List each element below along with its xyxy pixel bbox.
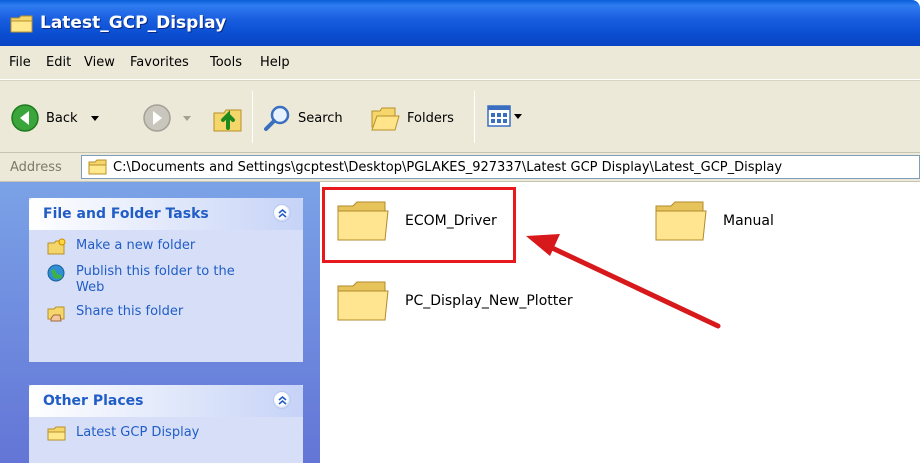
forward-arrow-icon [143, 104, 171, 132]
folder-manual[interactable]: Manual [653, 198, 774, 244]
folder-label: PC_Display_New_Plotter [405, 293, 573, 309]
window-title: Latest_GCP_Display [40, 13, 227, 33]
folders-label: Folders [407, 110, 454, 126]
panel-title: Other Places [43, 393, 144, 409]
panel-title: File and Folder Tasks [43, 206, 209, 222]
back-label: Back [46, 110, 78, 126]
file-folder-tasks-panel: File and Folder Tasks Make a new folder [29, 198, 303, 362]
search-icon [264, 105, 290, 131]
folder-pc-display-new-plotter[interactable]: PC_Display_New_Plotter [335, 278, 573, 324]
toolbar: Back Search Folders [0, 80, 920, 153]
collapse-button[interactable] [273, 391, 291, 409]
address-bar: Address C:\Documents and Settings\gcptes… [0, 153, 920, 182]
annotation-highlight-box [322, 187, 516, 263]
folders-button[interactable]: Folders [369, 103, 454, 133]
task-make-new-folder[interactable]: Make a new folder [47, 238, 303, 256]
search-button[interactable]: Search [262, 103, 343, 133]
folder-icon [10, 15, 33, 33]
up-button[interactable] [211, 101, 245, 135]
menu-tools[interactable]: Tools [210, 55, 242, 70]
menu-bar: File Edit View Favorites Tools Help [0, 46, 920, 80]
back-dropdown-icon[interactable] [90, 114, 100, 122]
search-label: Search [298, 110, 343, 126]
share-folder-icon [47, 306, 65, 322]
place-latest-gcp-display[interactable]: Latest GCP Display [47, 425, 303, 443]
folder-icon [88, 159, 107, 174]
back-arrow-icon [11, 104, 39, 132]
forward-dropdown-icon[interactable] [182, 114, 192, 122]
chevron-up-icon [278, 208, 287, 218]
new-folder-icon [47, 238, 66, 255]
forward-button[interactable] [142, 103, 192, 133]
menu-help[interactable]: Help [260, 55, 290, 70]
folder-label: Manual [723, 213, 774, 229]
address-label: Address [10, 160, 62, 175]
address-path: C:\Documents and Settings\gcptest\Deskto… [113, 159, 783, 175]
menu-file[interactable]: File [9, 55, 31, 70]
task-pane: File and Folder Tasks Make a new folder [0, 182, 320, 463]
panel-header[interactable]: Other Places [29, 385, 303, 417]
chevron-up-icon [278, 395, 287, 405]
menu-favorites[interactable]: Favorites [130, 55, 189, 70]
task-label: Publish this folder to the Web [76, 264, 235, 295]
collapse-button[interactable] [273, 204, 291, 222]
other-places-panel: Other Places Latest GCP Display [29, 385, 303, 463]
task-label: Share this folder [76, 304, 184, 319]
views-button[interactable] [487, 105, 523, 127]
views-dropdown-icon[interactable] [513, 112, 523, 120]
task-label: Make a new folder [76, 238, 196, 253]
task-share-folder[interactable]: Share this folder [47, 304, 303, 322]
toolbar-separator [474, 91, 475, 143]
panel-header[interactable]: File and Folder Tasks [29, 198, 303, 230]
address-field[interactable]: C:\Documents and Settings\gcptest\Deskto… [81, 155, 920, 179]
back-button[interactable]: Back [10, 103, 100, 133]
menu-view[interactable]: View [84, 55, 115, 70]
up-folder-icon [213, 109, 242, 132]
folders-icon [371, 107, 400, 131]
folder-icon [655, 201, 707, 241]
folder-icon [47, 426, 66, 441]
views-icon [487, 105, 511, 127]
place-label: Latest GCP Display [76, 425, 200, 440]
folder-icon [337, 281, 389, 321]
publish-web-icon [47, 264, 65, 282]
menu-edit[interactable]: Edit [46, 55, 71, 70]
task-publish-web[interactable]: Publish this folder to the Web [47, 264, 303, 296]
title-bar[interactable]: Latest_GCP_Display [0, 0, 920, 46]
toolbar-separator [252, 91, 253, 143]
